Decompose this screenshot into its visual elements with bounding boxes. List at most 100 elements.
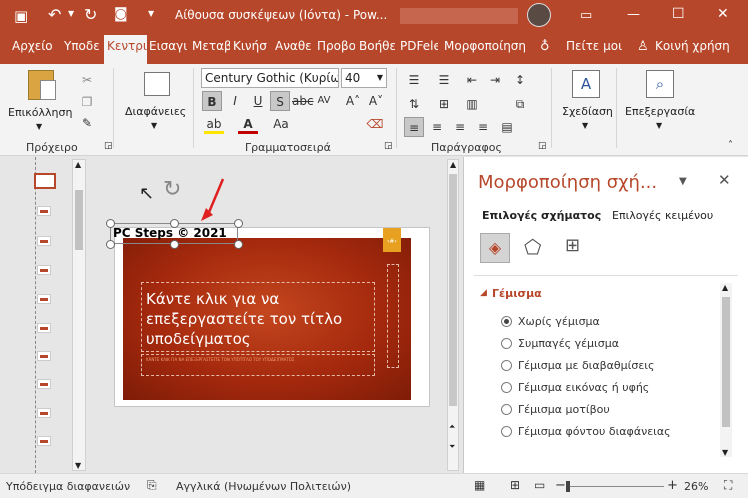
resize-handle[interactable] xyxy=(234,219,243,228)
slide-editor[interactable]: ↖ ↻ Κάντε κλικ για να επεξεργαστείτε τον… xyxy=(93,157,459,473)
format-painter-icon[interactable]: ✎ xyxy=(77,113,97,133)
scroll-down-icon[interactable]: ▼ xyxy=(75,461,81,470)
layout-thumbnail[interactable] xyxy=(37,206,51,216)
fill-section-header[interactable]: Γέμισμα xyxy=(492,287,542,300)
font-name-field[interactable]: Century Gothic (Κυρίω xyxy=(201,68,339,88)
tab-text-options[interactable]: Επιλογές κειμένου xyxy=(612,209,713,222)
clear-formatting-icon[interactable]: ⌫ xyxy=(365,114,385,134)
save-icon[interactable]: ▣ xyxy=(14,7,28,25)
font-color-icon[interactable]: A xyxy=(238,114,258,134)
strikethrough-icon[interactable]: abc xyxy=(292,91,314,111)
radio-slide-background-fill-label[interactable]: Γέμισμα φόντου διαφάνειας xyxy=(518,425,671,438)
slide-page[interactable]: Κάντε κλικ για να επεξεργαστείτε τον τίτ… xyxy=(114,227,430,407)
pane-options-dropdown-icon[interactable]: ▼ xyxy=(679,176,687,187)
scroll-up-icon[interactable]: ▲ xyxy=(75,160,81,169)
tab-animations[interactable]: Κινήσ xyxy=(233,39,271,53)
pane-close-button[interactable]: ✕ xyxy=(718,171,731,189)
tab-insert[interactable]: Εισαγι xyxy=(149,39,189,53)
zoom-level[interactable]: 26% xyxy=(684,480,708,493)
prev-slide-icon[interactable]: ⏶ xyxy=(449,422,455,432)
align-text-icon[interactable]: ⊞ xyxy=(434,94,454,114)
numbering-icon[interactable]: ☰ xyxy=(434,70,454,90)
tab-pdfelement[interactable]: PDFele xyxy=(400,39,438,53)
radio-gradient-fill[interactable] xyxy=(501,360,512,371)
slides-button[interactable]: Διαφάνειες xyxy=(125,105,186,118)
radio-pattern-fill[interactable] xyxy=(501,404,512,415)
radio-solid-fill-label[interactable]: Συμπαγές γέμισμα xyxy=(518,337,619,350)
subtitle-placeholder[interactable]: ΚΆΝΤΕ ΚΛΙΚ ΓΙΑ ΝΑ ΕΠΕΞΕΡΓΑΣΤΕΊΤΕ ΤΟΝ ΥΠΌ… xyxy=(141,354,375,376)
size-properties-icon[interactable]: ⊞ xyxy=(565,235,580,256)
scroll-up-icon[interactable]: ▲ xyxy=(450,160,456,169)
avatar[interactable] xyxy=(527,3,551,27)
lightbulb-icon[interactable]: ♁ xyxy=(540,39,550,54)
share-icon[interactable]: ♙ xyxy=(637,39,649,54)
distribute-icon[interactable]: ▤ xyxy=(497,117,517,137)
paste-button[interactable]: Επικόλληση xyxy=(8,106,72,119)
tab-format[interactable]: Μορφοποίηση xyxy=(444,39,528,53)
drawing-dropdown-icon[interactable]: ▼ xyxy=(582,121,588,130)
layout-thumbnail[interactable] xyxy=(37,351,51,361)
tab-design[interactable]: Υποδε xyxy=(64,39,102,53)
align-left-icon[interactable]: ≡ xyxy=(404,117,424,137)
tab-home[interactable]: Κεντρι xyxy=(104,35,147,64)
layout-thumbnail[interactable] xyxy=(37,379,51,389)
spellcheck-icon[interactable]: ⎘ xyxy=(147,478,157,493)
slides-icon[interactable] xyxy=(144,72,170,96)
ribbon-display-icon[interactable]: ▭ xyxy=(580,8,592,23)
layout-thumbnail[interactable] xyxy=(37,294,51,304)
copy-icon[interactable]: ❐ xyxy=(77,92,97,112)
title-placeholder[interactable]: Κάντε κλικ για να επεξεργαστείτε τον τίτ… xyxy=(141,282,375,352)
line-spacing-icon[interactable]: ↕ xyxy=(510,70,530,90)
align-right-icon[interactable]: ≡ xyxy=(450,117,470,137)
rotate-handle-icon[interactable]: ↻ xyxy=(163,177,181,202)
increase-font-icon[interactable]: A˄ xyxy=(343,91,363,111)
tab-shape-options[interactable]: Επιλογές σχήματος xyxy=(482,209,601,222)
slides-dropdown-icon[interactable]: ▼ xyxy=(151,121,157,130)
layout-thumbnail[interactable] xyxy=(37,265,51,275)
zoom-slider[interactable] xyxy=(566,481,664,492)
font-launcher-icon[interactable]: ◲ xyxy=(384,141,393,151)
resize-handle[interactable] xyxy=(234,240,243,249)
zoom-slider-thumb[interactable] xyxy=(566,481,570,492)
tab-transitions[interactable]: Μεταβ xyxy=(192,39,230,53)
justify-icon[interactable]: ≡ xyxy=(473,117,493,137)
collapse-ribbon-icon[interactable]: ˄ xyxy=(728,140,733,151)
slide-thumbnails[interactable]: ▲ ▼ xyxy=(0,157,93,473)
shadow-button[interactable]: S xyxy=(270,91,290,111)
underline-button[interactable]: U xyxy=(248,91,268,111)
master-thumbnail[interactable] xyxy=(34,173,56,189)
increase-indent-icon[interactable]: ⇥ xyxy=(485,70,505,90)
bullets-icon[interactable]: ☰ xyxy=(404,70,424,90)
scroll-thumb[interactable] xyxy=(722,297,730,427)
fit-slide-icon[interactable]: ⛶ xyxy=(724,478,732,493)
cut-icon[interactable]: ✂ xyxy=(77,70,97,90)
date-placeholder[interactable] xyxy=(387,264,399,368)
tell-me-input[interactable]: Πείτε μοι xyxy=(566,39,622,53)
slide-sorter-icon[interactable]: ⊞ xyxy=(510,478,520,492)
minimize-button[interactable]: — xyxy=(627,7,640,22)
pane-scrollbar[interactable]: ▲ ▼ xyxy=(720,283,732,457)
layout-thumbnail[interactable] xyxy=(37,323,51,333)
radio-pattern-fill-label[interactable]: Γέμισμα μοτίβου xyxy=(518,403,610,416)
zoom-in-button[interactable]: + xyxy=(667,478,678,493)
change-case-button[interactable]: Aa xyxy=(271,114,291,134)
maximize-button[interactable]: ☐ xyxy=(672,6,685,22)
decrease-indent-icon[interactable]: ⇤ xyxy=(462,70,482,90)
scroll-thumb[interactable] xyxy=(449,174,457,406)
undo-dropdown-icon[interactable]: ▼ xyxy=(68,9,74,18)
resize-handle[interactable] xyxy=(170,240,179,249)
resize-handle[interactable] xyxy=(106,219,115,228)
scroll-down-icon[interactable]: ▼ xyxy=(722,448,728,457)
editing-dropdown-icon[interactable]: ▼ xyxy=(656,121,662,130)
clipboard-launcher-icon[interactable]: ◲ xyxy=(104,141,113,151)
highlight-icon[interactable]: ab xyxy=(204,114,224,134)
normal-view-icon[interactable]: ▦ xyxy=(474,478,485,492)
drawing-button[interactable]: Σχεδίαση xyxy=(562,105,613,118)
radio-no-fill[interactable] xyxy=(501,316,512,327)
smartart-icon[interactable]: ⧉ xyxy=(510,94,530,114)
paragraph-launcher-icon[interactable]: ◲ xyxy=(538,141,547,151)
tab-file[interactable]: Αρχείο xyxy=(12,39,53,53)
editing-search-icon[interactable]: ⌕ xyxy=(646,70,674,98)
section-collapse-icon[interactable]: ◢ xyxy=(480,288,487,298)
thumbnail-scrollbar[interactable]: ▲ ▼ xyxy=(72,159,86,471)
